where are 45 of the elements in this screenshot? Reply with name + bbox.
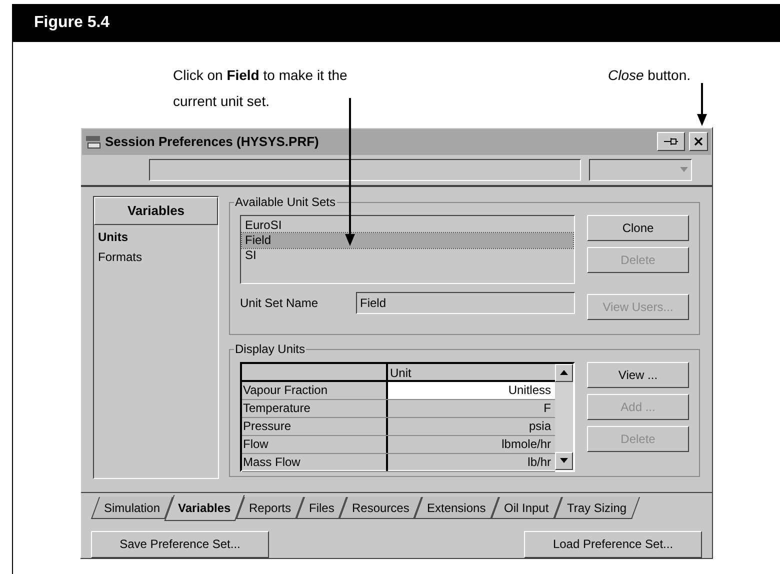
dialog-button[interactable]: View ... bbox=[587, 362, 689, 388]
side-item[interactable]: Formats bbox=[98, 248, 218, 266]
list-item[interactable]: SI bbox=[242, 248, 573, 263]
column-header: Unit bbox=[389, 364, 412, 380]
list-item[interactable]: Field bbox=[242, 232, 573, 248]
table-cell[interactable]: lb/hr bbox=[388, 454, 555, 471]
dialog-button[interactable]: Load Preference Set... bbox=[524, 530, 702, 558]
table-cell[interactable]: F bbox=[388, 400, 555, 417]
scrollbar[interactable] bbox=[555, 364, 573, 470]
table-cell: Flow bbox=[242, 436, 388, 453]
table-cell: Pressure bbox=[242, 418, 388, 435]
table-cell: Mass Flow bbox=[242, 454, 388, 471]
pin-icon bbox=[663, 137, 679, 146]
table-cell[interactable]: psia bbox=[388, 418, 555, 435]
tab[interactable]: Oil Input bbox=[491, 496, 562, 519]
pin-button[interactable] bbox=[657, 132, 685, 152]
up-arrow-icon bbox=[560, 370, 568, 376]
close-button[interactable] bbox=[689, 132, 708, 152]
tab[interactable]: Variables bbox=[164, 494, 244, 521]
dropdown-field[interactable] bbox=[589, 159, 692, 182]
table-cell[interactable]: lbmole/hr bbox=[388, 436, 555, 453]
callout-text: Close button. bbox=[608, 66, 690, 85]
window-title: Session Preferences (HYSYS.PRF) bbox=[105, 133, 320, 151]
list-item[interactable]: EuroSI bbox=[242, 218, 573, 233]
callout-arrow bbox=[697, 83, 707, 126]
dropdown-arrow-icon bbox=[679, 167, 689, 174]
figure-title: Figure 5.4 bbox=[34, 13, 110, 33]
tab[interactable]: Resources bbox=[339, 496, 422, 519]
tab[interactable]: Tray Sizing bbox=[554, 496, 640, 519]
callout-text: Click on Field to make it the current unit set. bbox=[173, 66, 348, 111]
table-cell[interactable]: Unitless bbox=[388, 382, 555, 399]
app-icon bbox=[85, 134, 101, 149]
panel-header: Variables bbox=[94, 196, 218, 225]
text-field[interactable] bbox=[149, 159, 581, 182]
tab[interactable]: Extensions bbox=[414, 496, 500, 519]
close-icon bbox=[694, 137, 703, 146]
side-item[interactable]: Units bbox=[98, 228, 218, 246]
dialog-button[interactable]: Clone bbox=[587, 214, 689, 241]
tab[interactable]: Reports bbox=[236, 496, 304, 519]
field-label: Unit Set Name bbox=[240, 294, 320, 312]
tab[interactable]: Simulation bbox=[91, 496, 174, 519]
dialog-button[interactable]: Save Preference Set... bbox=[91, 530, 269, 558]
unit-set-name-field[interactable]: Field bbox=[356, 292, 575, 314]
table-cell: Temperature bbox=[242, 400, 388, 417]
down-arrow-icon bbox=[560, 458, 568, 464]
